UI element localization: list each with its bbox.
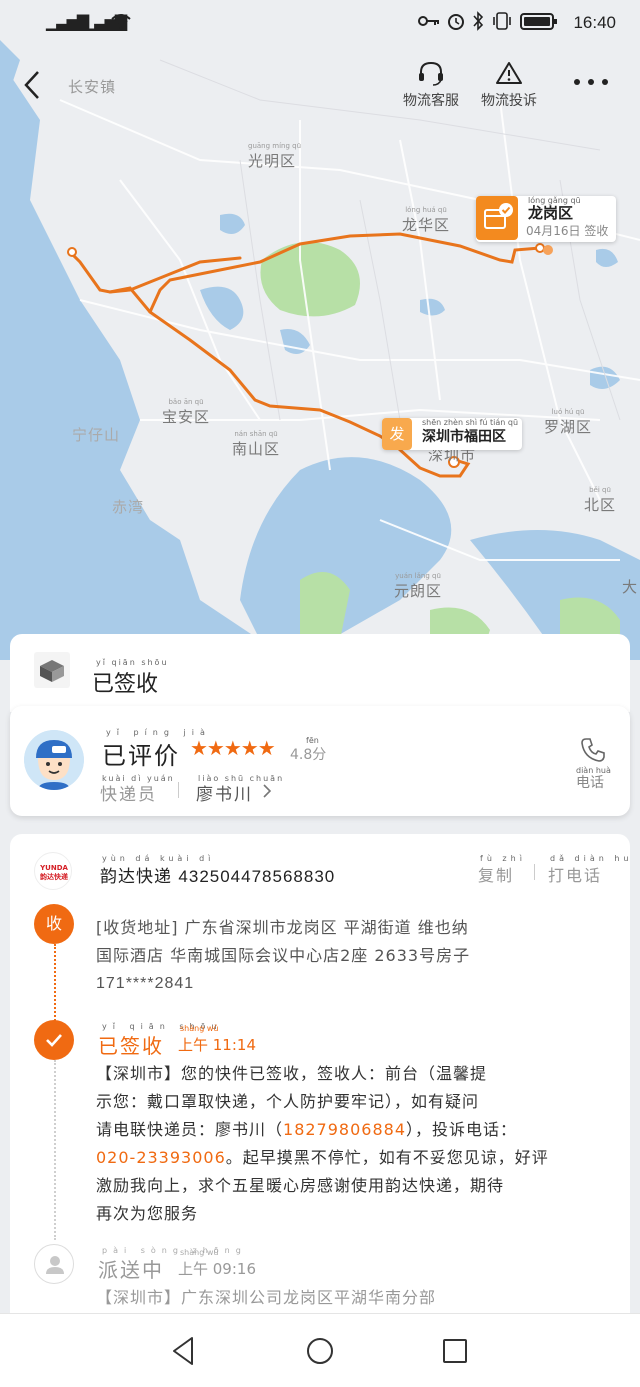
key-icon [418,16,439,26]
rating-stars: ★★★★★ [190,736,276,760]
tracking-number: 韵达快递 432504478568830 [100,867,336,887]
event-description: 【深圳市】广东深圳公司龙岗区平湖华南分部 [96,1288,437,1307]
status-label: 已签收 [92,672,159,697]
courier-name[interactable]: 廖书川 [196,780,253,805]
more-dot [588,79,594,85]
timeline-connector [54,1060,56,1240]
receiver-address: [收货地址] 广东省深圳市龙岗区 平湖街道 维也纳 国际酒店 华南城国际会议中心… [96,918,471,992]
courier-avatar [24,730,84,790]
vibrate-icon [493,12,511,30]
complaint-button[interactable]: 物流投诉 [476,60,542,110]
map-label-qianhai: 宁仔山 [72,426,121,444]
nav-home-icon[interactable] [303,1334,337,1368]
event-time: 上午 11:14 [178,1036,256,1054]
bluetooth-icon [473,11,484,31]
system-nav-bar [0,1313,640,1387]
map-label-nanshan: nán shān qū 南山区 [232,430,281,458]
battery-icon [520,13,557,30]
status-header: yǐ qiān shōu 已签收 [10,634,630,712]
call-courier-button[interactable]: diàn huà 电话 [570,736,616,792]
event-title: 已签收 [98,1034,164,1058]
event-description: 【深圳市】您的快件已签收，签收人：前台（温馨提 示您：戴口罩取快递，个人防护要牢… [96,1064,549,1223]
map-label-beiqu: běi qū 北区 [584,486,617,514]
destination-marker[interactable]: lóng gǎng qū 龙岗区 04月16日 签收 [476,196,616,242]
clock: 16:40 [573,13,616,32]
warning-icon [496,62,522,84]
courier-card[interactable]: yǐ píng jià 已评价 ★★★★★ fēn 4.8分 kuài dì y… [10,706,630,816]
more-button[interactable] [572,72,612,92]
event-title: 派送中 [98,1258,164,1282]
map-label-yuanlang: yuán lǎng qū 元朗区 [394,572,443,600]
divider [178,782,179,798]
rating-status: 已评价 [102,742,180,770]
package-icon [34,652,70,688]
yunda-logo: YUNDA 韵达快递 [34,852,72,890]
rating-score: 4.8分 [290,747,327,763]
map-label-chiwan: 赤湾 [112,498,145,516]
copy-button[interactable]: 复制 [478,862,514,886]
signal-icon: ▁▃▅▇ [46,12,89,31]
headset-icon [419,61,443,86]
phone-icon [581,738,605,762]
alarm-icon [448,14,464,30]
status-bar: ▁▃▅▇ ▁▃▅▇ 16:40 [0,0,640,46]
wifi-icon [111,14,131,30]
map-label-luohu: luó hú qū 罗湖区 [544,408,593,436]
courier-phone-link[interactable]: 18279806884 [283,1120,406,1139]
map-label-da: 大 [622,578,639,596]
event-time: 上午 09:16 [178,1260,256,1278]
nav-back-icon[interactable] [168,1334,202,1368]
origin-marker[interactable]: 发 shēn zhèn shì fú tián qū 深圳市福田区 [382,418,522,450]
more-dot [574,79,580,85]
delivered-box-icon [476,196,518,240]
customer-service-button[interactable]: 物流客服 [398,60,464,110]
timeline-connector [54,944,56,1024]
chevron-left-icon [24,71,39,99]
map-label-baoan: bǎo ān qū 宝安区 [162,398,211,426]
receive-address-badge: 收 [34,904,74,944]
origin-badge: 发 [382,418,412,450]
divider [534,864,535,880]
tracking-card: YUNDA 韵达快递 yùn dá kuài dì 韵达快递 432504478… [10,834,630,1314]
complaint-phone-link[interactable]: 020-23393006 [96,1148,226,1167]
chevron-right-icon [263,784,272,798]
map-label-longhua: lóng huá qū 龙华区 [402,206,451,234]
courier-person-icon [34,1244,74,1284]
map-label-guangming: guāng míng qū 光明区 [248,142,302,170]
courier-role: 快递员 [100,785,157,805]
nav-recents-icon[interactable] [438,1334,472,1368]
signed-check-icon [34,1020,74,1060]
top-bar: 物流客服 物流投诉 [0,56,640,116]
more-dot [602,79,608,85]
back-button[interactable] [18,68,48,102]
call-carrier-button[interactable]: 打电话 [548,862,602,886]
